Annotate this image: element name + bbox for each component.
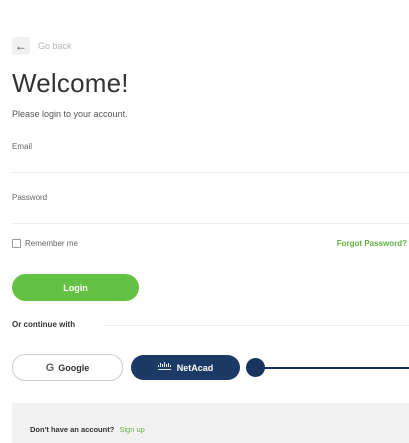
callout-line	[262, 367, 409, 369]
arrow-left-icon[interactable]: ←	[12, 37, 30, 55]
email-underline	[12, 172, 409, 173]
netacad-label: NetAcad	[176, 362, 214, 373]
cisco-logo-icon	[157, 362, 172, 373]
password-underline	[12, 223, 409, 224]
signup-prompt: Don't have an account?	[30, 425, 115, 434]
remember-me-row[interactable]: Remember me	[12, 239, 78, 248]
forgot-password-link[interactable]: Forgot Password?	[337, 239, 407, 248]
or-continue-label: Or continue with	[12, 320, 76, 329]
back-label[interactable]: Go back	[38, 41, 72, 51]
remember-me-label[interactable]: Remember me	[25, 239, 78, 248]
signup-link[interactable]: Sign up	[119, 425, 144, 434]
email-label: Email	[12, 142, 33, 151]
or-divider	[104, 325, 409, 326]
page-subtitle: Please login to your account.	[12, 109, 128, 119]
google-login-button[interactable]: G Google	[12, 354, 123, 381]
remember-me-checkbox[interactable]	[12, 239, 21, 248]
password-label: Password	[12, 193, 48, 202]
signup-bar: Don't have an account? Sign up	[12, 403, 409, 443]
email-field[interactable]	[12, 153, 402, 171]
google-icon: G	[45, 361, 55, 374]
signup-row: Don't have an account? Sign up	[30, 425, 145, 434]
google-label: Google	[58, 362, 90, 373]
password-field[interactable]	[12, 205, 402, 223]
login-button[interactable]: Login	[12, 274, 139, 301]
page-title: Welcome!	[12, 68, 129, 98]
back-row[interactable]: ← Go back	[12, 37, 72, 55]
netacad-login-button[interactable]: NetAcad	[131, 355, 240, 380]
